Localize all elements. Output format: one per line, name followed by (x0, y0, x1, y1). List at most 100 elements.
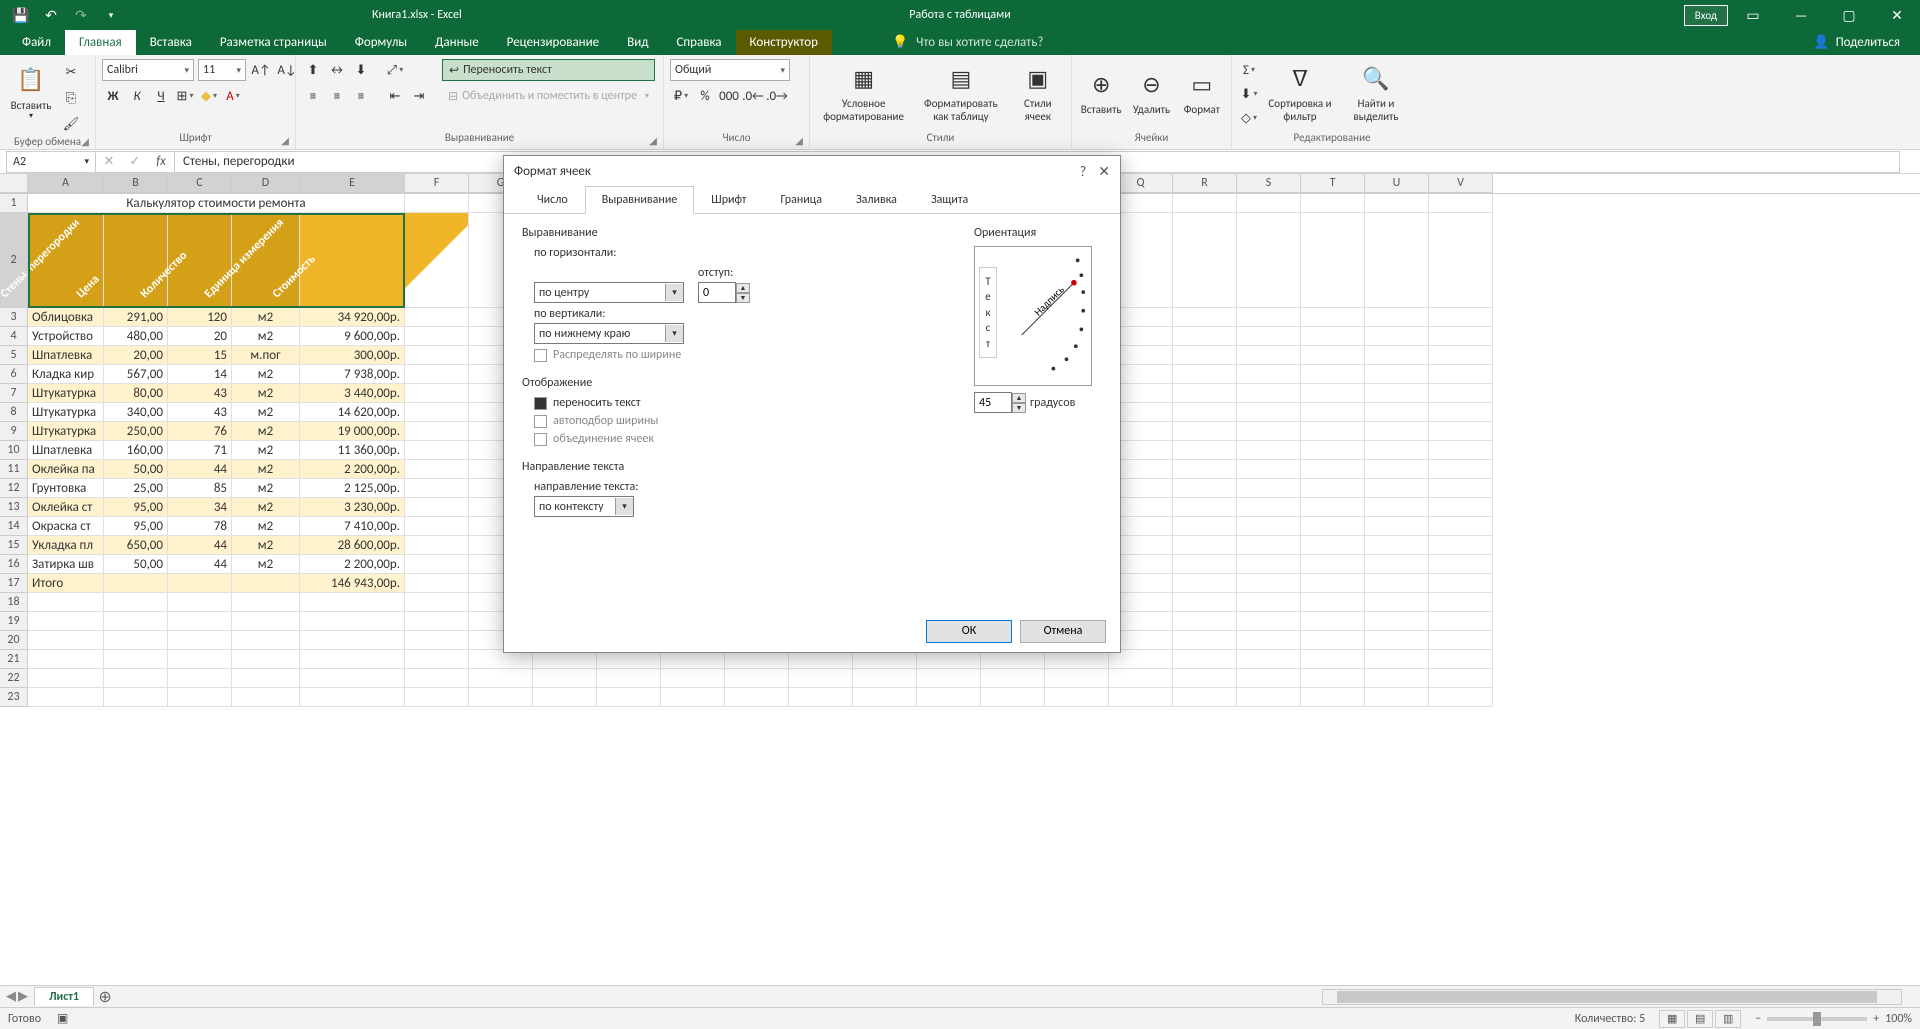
col-header[interactable]: R (1173, 174, 1237, 193)
cell[interactable]: 15 (168, 346, 232, 365)
delete-cells-button[interactable]: ⊖Удалить (1128, 59, 1174, 127)
cell[interactable] (789, 669, 853, 688)
cell[interactable] (1429, 498, 1493, 517)
cell[interactable]: Штукатурка (28, 384, 104, 403)
cell[interactable] (1301, 517, 1365, 536)
cell[interactable] (469, 669, 533, 688)
cell[interactable]: 43 (168, 384, 232, 403)
autofit-check[interactable]: автоподбор ширины (534, 414, 1102, 428)
cell[interactable] (1237, 194, 1301, 213)
font-color-button[interactable]: A (222, 85, 244, 107)
wrap-text-button[interactable]: ↩Переносить текст (442, 59, 655, 81)
dialog-launcher-icon[interactable]: ◢ (281, 134, 289, 147)
cell-styles-button[interactable]: ▣Стили ячеек (1011, 59, 1065, 127)
cell[interactable] (1365, 555, 1429, 574)
cell[interactable]: 44 (168, 555, 232, 574)
cell[interactable] (533, 688, 597, 707)
increase-indent-icon[interactable]: ⇥ (408, 85, 430, 107)
cell[interactable] (1429, 517, 1493, 536)
cell[interactable] (597, 688, 661, 707)
cell[interactable] (469, 688, 533, 707)
cell[interactable] (1365, 612, 1429, 631)
cell[interactable] (405, 384, 469, 403)
cell[interactable] (168, 688, 232, 707)
cell[interactable]: м2 (232, 384, 300, 403)
cell[interactable]: 95,00 (104, 498, 168, 517)
cell[interactable]: 2 200,00р. (300, 555, 405, 574)
cell[interactable] (1429, 403, 1493, 422)
name-box[interactable]: A2▾ (6, 151, 96, 173)
dialog-tab[interactable]: Шрифт (694, 186, 763, 214)
cell[interactable] (1429, 612, 1493, 631)
cell[interactable] (1045, 669, 1109, 688)
cell[interactable] (1173, 403, 1237, 422)
row-header[interactable]: 15 (0, 536, 28, 555)
cell[interactable] (1365, 479, 1429, 498)
cell[interactable] (1301, 365, 1365, 384)
cell[interactable] (1365, 327, 1429, 346)
add-sheet-icon[interactable]: ⊕ (94, 987, 116, 1007)
merge-center-button[interactable]: ⊟Объединить и поместить в центре▾ (442, 85, 655, 107)
row-header[interactable]: 7 (0, 384, 28, 403)
cell[interactable] (104, 593, 168, 612)
cell[interactable] (300, 669, 405, 688)
row-header[interactable]: 1 (0, 194, 28, 213)
cell[interactable]: 43 (168, 403, 232, 422)
cell[interactable] (1429, 213, 1493, 308)
minimize-icon[interactable]: — (1778, 0, 1824, 30)
cell[interactable]: Затирка шв (28, 555, 104, 574)
cell[interactable] (405, 555, 469, 574)
cell[interactable] (28, 650, 104, 669)
zoom-level[interactable]: 100% (1885, 1012, 1912, 1026)
cell[interactable] (1173, 536, 1237, 555)
tab-file[interactable]: Файл (8, 30, 65, 55)
merge-check[interactable]: объединение ячеек (534, 432, 1102, 446)
cell[interactable]: 2 200,00р. (300, 460, 405, 479)
fill-color-button[interactable]: ◆ (198, 85, 220, 107)
cell[interactable]: 28 600,00р. (300, 536, 405, 555)
cell[interactable] (1301, 441, 1365, 460)
cell[interactable] (1237, 688, 1301, 707)
sheet-next-icon[interactable]: ▶ (18, 989, 28, 1004)
cell[interactable] (1237, 441, 1301, 460)
col-header[interactable]: A (28, 174, 104, 193)
cell[interactable] (1365, 308, 1429, 327)
cell[interactable]: м2 (232, 517, 300, 536)
cell[interactable]: м.пог (232, 346, 300, 365)
cell[interactable] (1301, 688, 1365, 707)
degree-spinner[interactable]: ▲▼ (974, 392, 1026, 413)
vertical-combo[interactable]: по нижнему краю▾ (534, 323, 684, 344)
cell[interactable] (1301, 422, 1365, 441)
page-layout-icon[interactable]: ▤ (1687, 1010, 1713, 1028)
row-header[interactable]: 9 (0, 422, 28, 441)
dialog-tab[interactable]: Защита (914, 186, 985, 214)
qat-dropdown-icon[interactable]: ▾ (98, 2, 124, 28)
dialog-launcher-icon[interactable]: ◢ (81, 135, 89, 148)
cell[interactable] (725, 669, 789, 688)
row-header[interactable]: 5 (0, 346, 28, 365)
tab-formulas[interactable]: Формулы (341, 30, 421, 55)
cell[interactable]: м2 (232, 460, 300, 479)
decrease-decimal-icon[interactable]: .0→ (766, 85, 788, 107)
cell[interactable] (405, 536, 469, 555)
cell[interactable] (1301, 555, 1365, 574)
dialog-launcher-icon[interactable]: ◢ (795, 134, 803, 147)
cell[interactable] (104, 650, 168, 669)
cell[interactable]: м2 (232, 441, 300, 460)
cell[interactable] (1429, 555, 1493, 574)
header-cell[interactable]: Цена (104, 213, 168, 308)
cell[interactable] (1237, 536, 1301, 555)
cell[interactable] (1173, 441, 1237, 460)
login-button[interactable]: Вход (1684, 5, 1728, 26)
cell[interactable]: 120 (168, 308, 232, 327)
cell[interactable]: Штукатурка (28, 403, 104, 422)
tab-layout[interactable]: Разметка страницы (206, 30, 341, 55)
macro-icon[interactable]: ▣ (57, 1011, 68, 1026)
align-left-icon[interactable]: ≡ (302, 85, 324, 107)
cell[interactable] (1173, 213, 1237, 308)
cell[interactable]: Оклейка ст (28, 498, 104, 517)
cell[interactable] (405, 365, 469, 384)
cell[interactable] (1109, 688, 1173, 707)
cell[interactable] (1429, 688, 1493, 707)
cell[interactable] (1173, 365, 1237, 384)
